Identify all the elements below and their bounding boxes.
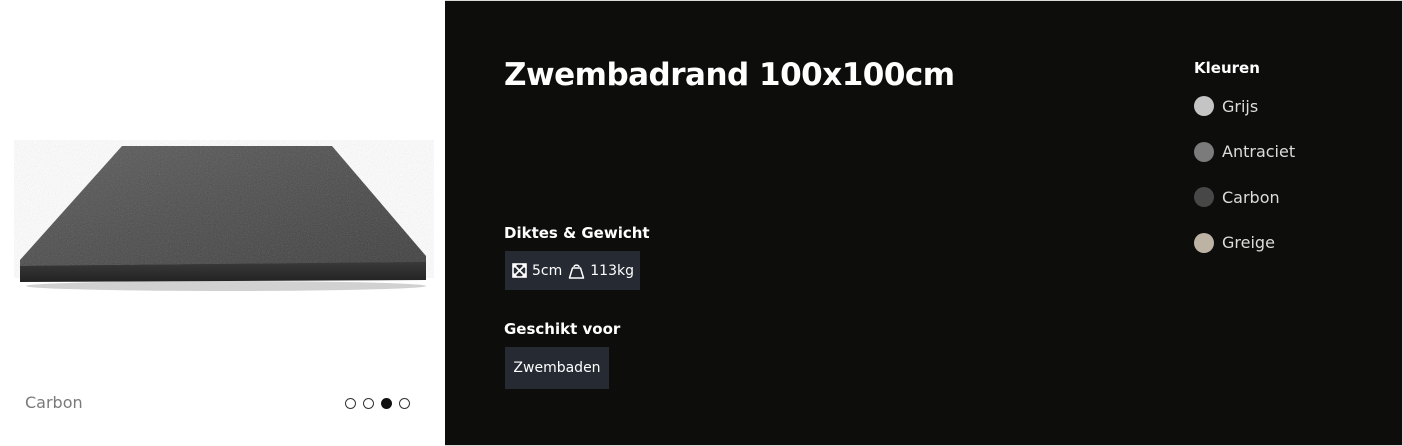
specs-chip: 5cm 113kg — [505, 251, 640, 290]
product-title: Zwembadrand 100x100cm — [504, 57, 955, 93]
carousel-dot-4[interactable] — [399, 398, 410, 409]
thickness-spec: 5cm — [512, 263, 562, 279]
carousel-dot-1[interactable] — [345, 398, 356, 409]
color-option-greige[interactable]: Greige — [1194, 231, 1295, 255]
image-variant-caption: Carbon — [25, 393, 83, 412]
color-option-antraciet[interactable]: Antraciet — [1194, 140, 1295, 164]
color-swatch — [1194, 187, 1214, 207]
color-swatch — [1194, 96, 1214, 116]
color-label: Carbon — [1222, 187, 1280, 207]
weight-value: 113kg — [590, 262, 634, 279]
color-swatch — [1194, 141, 1214, 162]
color-label: Grijs — [1222, 96, 1259, 116]
suitable-heading: Geschikt voor — [504, 320, 621, 338]
thickness-value: 5cm — [532, 262, 563, 279]
product-image — [20, 146, 426, 291]
dimensions-icon — [512, 263, 527, 278]
carousel-dots — [345, 398, 410, 409]
colors-heading: Kleuren — [1194, 59, 1260, 77]
color-swatch — [1194, 232, 1214, 253]
color-option-grijs[interactable]: Grijs — [1194, 94, 1295, 118]
product-details-panel: Zwembadrand 100x100cm Diktes & Gewicht 5… — [445, 0, 1403, 446]
suitable-tag[interactable]: Zwembaden — [505, 347, 609, 389]
color-option-carbon[interactable]: Carbon — [1194, 185, 1295, 209]
weight-spec: 113kg — [568, 263, 634, 279]
color-list: Grijs Antraciet Carbon Greige — [1194, 94, 1295, 276]
specs-heading: Diktes & Gewicht — [504, 224, 650, 242]
weight-icon — [569, 263, 585, 279]
carousel-dot-3[interactable] — [381, 398, 392, 409]
color-label: Antraciet — [1222, 142, 1296, 161]
color-label: Greige — [1222, 233, 1275, 252]
product-image-panel: Carbon — [0, 0, 445, 446]
carousel-dot-2[interactable] — [363, 398, 374, 409]
